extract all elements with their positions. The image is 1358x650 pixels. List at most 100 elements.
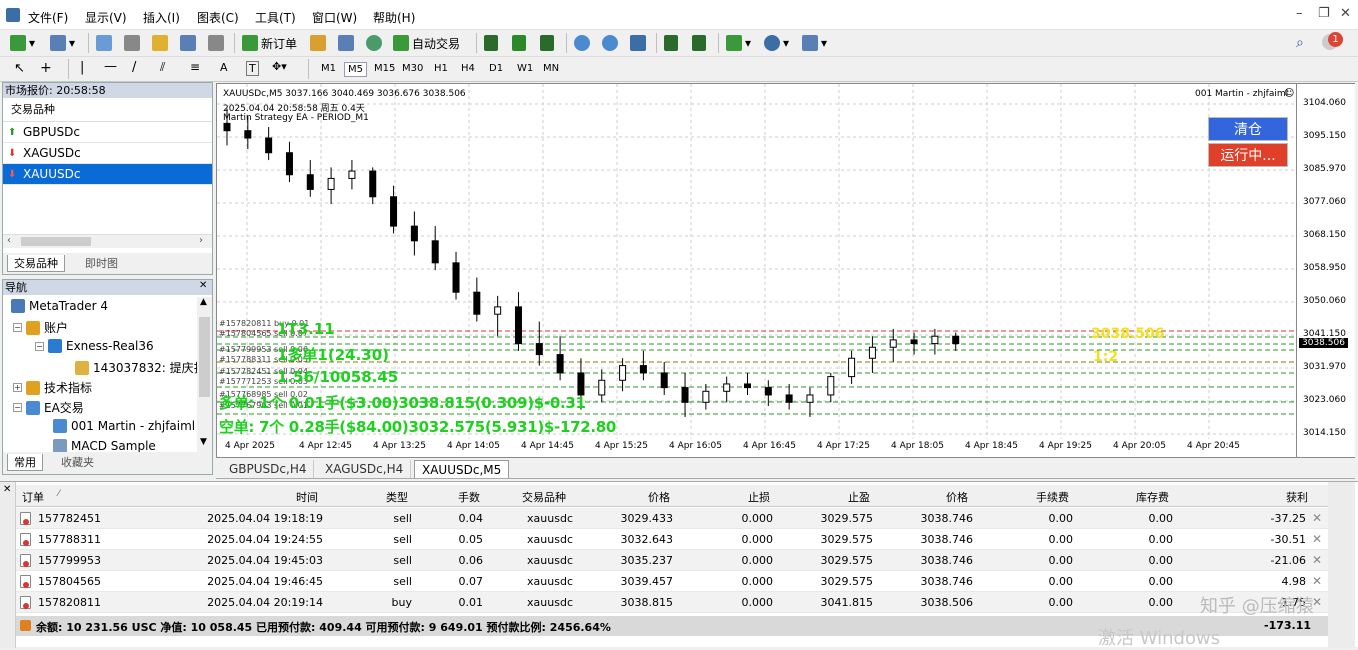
close-order-icon[interactable]: ✕	[1312, 574, 1322, 588]
text-icon[interactable]: A	[220, 61, 228, 74]
collapse-icon[interactable]: −	[13, 403, 22, 412]
new-order-button[interactable]: 新订单	[242, 33, 297, 53]
close-order-icon[interactable]: ✕	[1312, 532, 1322, 546]
menu-view[interactable]: 显示(V)	[85, 9, 127, 26]
scroll-up-icon[interactable]: ▲	[200, 297, 207, 307]
tab-tick-chart[interactable]: 即时图	[79, 255, 124, 272]
timeframe-mn[interactable]: MN	[540, 62, 562, 75]
nav-server[interactable]: − Exness-Real36	[35, 339, 154, 353]
col-price[interactable]: 价格	[648, 489, 670, 505]
collapse-icon[interactable]: −	[13, 323, 22, 332]
cursor-icon[interactable]: ↖	[14, 61, 25, 76]
arrows-icon[interactable]: ✥▾	[272, 60, 287, 73]
periods-button[interactable]: ▾	[764, 33, 789, 53]
chart-window[interactable]: XAUUSDc,M5 3037.166 3040.469 3036.676 30…	[216, 83, 1297, 458]
table-row[interactable]: 157782451 2025.04.04 19:18:19 sell 0.04 xauu…	[16, 508, 1328, 529]
expand-icon[interactable]: +	[13, 383, 22, 392]
candlestick-button[interactable]	[512, 33, 526, 53]
timeframe-m1[interactable]: M1	[318, 62, 339, 75]
templates-button[interactable]: ▾	[802, 33, 827, 53]
text-label-icon[interactable]: T	[246, 61, 259, 76]
table-row[interactable]: 157820811 2025.04.04 20:19:14 buy 0.01 xauus…	[16, 592, 1328, 613]
col-type[interactable]: 类型	[386, 489, 408, 505]
minimize-icon[interactable]: –	[1296, 6, 1303, 21]
tab-favorites[interactable]: 收藏夹	[55, 454, 100, 471]
col-sl[interactable]: 止损	[748, 489, 770, 505]
community-button[interactable]	[338, 33, 354, 53]
menu-file[interactable]: 文件(F)	[28, 9, 68, 26]
horizontal-scrollbar[interactable]: ‹ ›	[3, 234, 212, 248]
auto-trading-button[interactable]: 自动交易	[393, 33, 460, 53]
line-chart-button[interactable]	[540, 33, 554, 53]
data-window-button[interactable]	[124, 33, 140, 53]
chart-shift-button[interactable]	[664, 33, 678, 53]
scroll-thumb[interactable]	[199, 317, 210, 397]
fibonacci-icon[interactable]: ≡	[190, 60, 200, 74]
symbol-row-xauusdc[interactable]: ⬇ XAUUSDc	[3, 164, 212, 185]
navigator-button[interactable]	[152, 33, 168, 53]
close-order-icon[interactable]: ✕	[1312, 553, 1322, 567]
market-watch-column-header[interactable]: 交易品种	[3, 98, 212, 122]
timeframe-m15[interactable]: M15	[371, 62, 398, 75]
menu-window[interactable]: 窗口(W)	[312, 9, 357, 26]
scroll-right-icon[interactable]: ›	[199, 235, 203, 246]
search-icon[interactable]: ⌕	[1296, 35, 1304, 51]
tab-xauusdc-m5[interactable]: XAUUSDc,M5	[414, 460, 510, 478]
nav-ea-item[interactable]: MACD Sample	[53, 439, 156, 453]
tab-symbols[interactable]: 交易品种	[7, 255, 65, 272]
timeframe-m30[interactable]: M30	[399, 62, 426, 75]
nav-root[interactable]: MetaTrader 4	[11, 299, 108, 313]
col-commission[interactable]: 手续费	[1036, 489, 1069, 505]
collapse-icon[interactable]: −	[35, 341, 44, 351]
channel-icon[interactable]: ⫽	[160, 60, 165, 75]
table-row[interactable]: 157799953 2025.04.04 19:45:03 sell 0.06 xauu…	[16, 550, 1328, 571]
nav-ea-item[interactable]: 001 Martin - zhjfaiml	[53, 419, 195, 433]
table-row[interactable]: 157788311 2025.04.04 19:24:55 sell 0.05 xauu…	[16, 529, 1328, 550]
vertical-line-icon[interactable]: |	[80, 60, 84, 75]
vertical-scrollbar[interactable]: ▲ ▼	[197, 297, 212, 452]
col-current-price[interactable]: 价格	[946, 489, 968, 505]
timeframe-w1[interactable]: W1	[514, 62, 536, 75]
symbol-row-gbpusdc[interactable]: ⬆ GBPUSDc	[3, 122, 212, 143]
scroll-thumb[interactable]	[21, 237, 91, 246]
nav-indicators[interactable]: + 技术指标	[13, 379, 92, 396]
terminal-scrollbar[interactable]	[1328, 482, 1355, 648]
trendline-icon[interactable]: /	[132, 60, 136, 75]
menu-chart[interactable]: 图表(C)	[197, 9, 239, 26]
menu-help[interactable]: 帮助(H)	[373, 9, 415, 26]
timeframe-m5[interactable]: M5	[344, 62, 367, 77]
tab-gbpusdc-h4[interactable]: GBPUSDc,H4	[222, 460, 315, 478]
bar-chart-button[interactable]	[484, 33, 498, 53]
nav-accounts[interactable]: − 账户	[13, 319, 68, 336]
col-tp[interactable]: 止盈	[848, 489, 870, 505]
close-all-button[interactable]: 清仓	[1208, 117, 1288, 141]
table-row[interactable]: 157804565 2025.04.04 19:46:45 sell 0.07 xauu…	[16, 571, 1328, 592]
strategy-tester-button[interactable]	[208, 33, 224, 53]
col-lots[interactable]: 手数	[458, 489, 480, 505]
signals-button[interactable]	[366, 33, 382, 53]
tab-xagusdc-h4[interactable]: XAGUSDc,H4	[318, 460, 412, 478]
col-symbol[interactable]: 交易品种	[522, 489, 566, 505]
market-watch-button[interactable]	[96, 33, 112, 53]
menu-tools[interactable]: 工具(T)	[255, 9, 296, 26]
symbol-row-xagusdc[interactable]: ⬇ XAGUSDc	[3, 143, 212, 164]
crosshair-tool-icon[interactable]: +	[40, 60, 52, 76]
tile-windows-button[interactable]	[630, 33, 646, 53]
metaeditor-button[interactable]	[310, 33, 326, 53]
close-icon[interactable]: ✕	[1340, 6, 1351, 21]
profiles-button[interactable]: ▾	[50, 33, 75, 53]
col-swap[interactable]: 库存费	[1136, 489, 1169, 505]
zoom-in-button[interactable]	[574, 33, 590, 53]
nav-experts[interactable]: − EA交易	[13, 399, 84, 416]
restore-icon[interactable]: ❐	[1318, 6, 1330, 21]
close-order-icon[interactable]: ✕	[1312, 511, 1322, 525]
timeframe-d1[interactable]: D1	[486, 62, 506, 75]
timeframe-h1[interactable]: H1	[431, 62, 451, 75]
col-profit[interactable]: 获利	[1286, 489, 1308, 505]
menu-insert[interactable]: 插入(I)	[143, 9, 180, 26]
indicators-button[interactable]: ▾	[726, 33, 751, 53]
autoscroll-button[interactable]	[692, 33, 706, 53]
scroll-down-icon[interactable]: ▼	[200, 437, 207, 447]
tab-common[interactable]: 常用	[7, 454, 43, 471]
timeframe-h4[interactable]: H4	[458, 62, 478, 75]
